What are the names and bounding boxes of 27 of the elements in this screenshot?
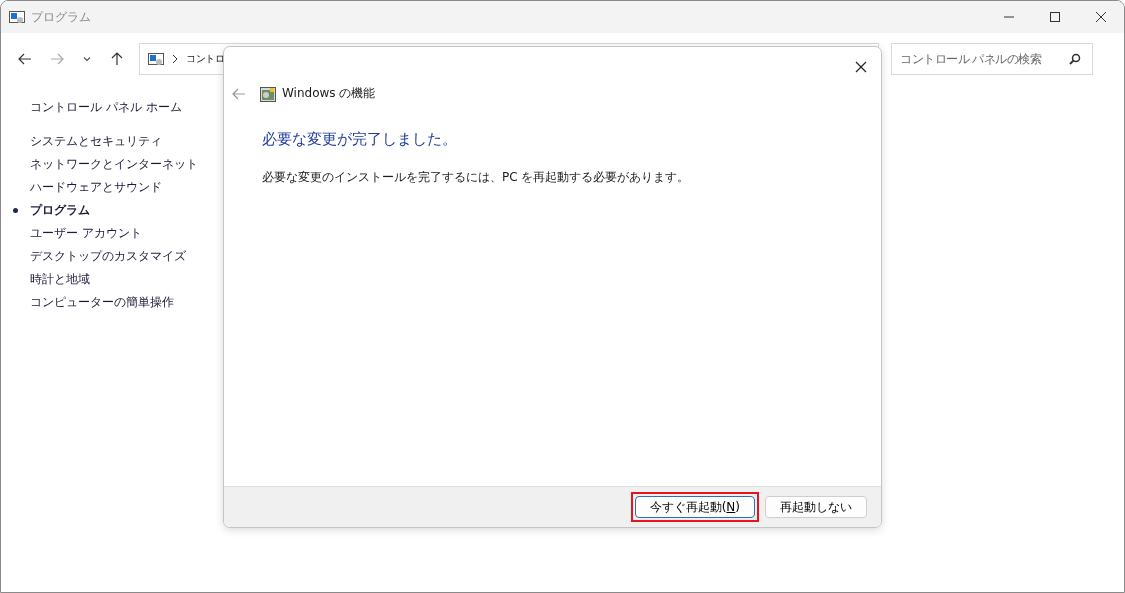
sidebar-item[interactable]: プログラム <box>30 202 90 219</box>
sidebar-item[interactable]: ユーザー アカウント <box>30 225 142 242</box>
dialog-message: 必要な変更のインストールを完了するには、PC を再起動する必要があります。 <box>262 169 691 186</box>
sidebar-item[interactable]: 時計と地域 <box>30 271 90 288</box>
control-panel-icon <box>148 51 164 67</box>
up-arrow-icon[interactable] <box>110 52 124 66</box>
close-icon <box>1096 12 1106 22</box>
dialog-button[interactable]: 再起動しない <box>765 496 867 519</box>
search-field[interactable]: コントロール パネルの検索 <box>891 43 1093 75</box>
search-icon <box>1069 53 1081 65</box>
chevron-down-icon[interactable] <box>82 54 92 64</box>
sidebar-item[interactable]: ハードウェアとサウンド <box>30 179 162 196</box>
dialog-heading: 必要な変更が完了しました。 <box>262 130 458 149</box>
back-arrow-icon[interactable] <box>18 52 32 66</box>
sidebar-item[interactable]: コンピューターの簡単操作 <box>30 294 174 311</box>
control-panel-icon <box>9 9 25 25</box>
dialog-button[interactable]: 今すぐ再起動(N) <box>634 496 755 519</box>
sidebar-item[interactable]: システムとセキュリティ <box>30 133 162 150</box>
dialog-title: Windows の機能 <box>282 85 376 102</box>
close-icon <box>855 61 867 73</box>
sidebar-item[interactable]: ネットワークとインターネット <box>30 156 198 173</box>
sidebar-item[interactable]: デスクトップのカスタマイズ <box>30 248 186 265</box>
chevron-right-icon <box>172 54 178 64</box>
features-icon <box>260 85 276 102</box>
maximize-icon <box>1050 12 1060 22</box>
breadcrumb[interactable]: コントロ <box>186 52 224 66</box>
window-title: プログラム <box>31 8 91 26</box>
